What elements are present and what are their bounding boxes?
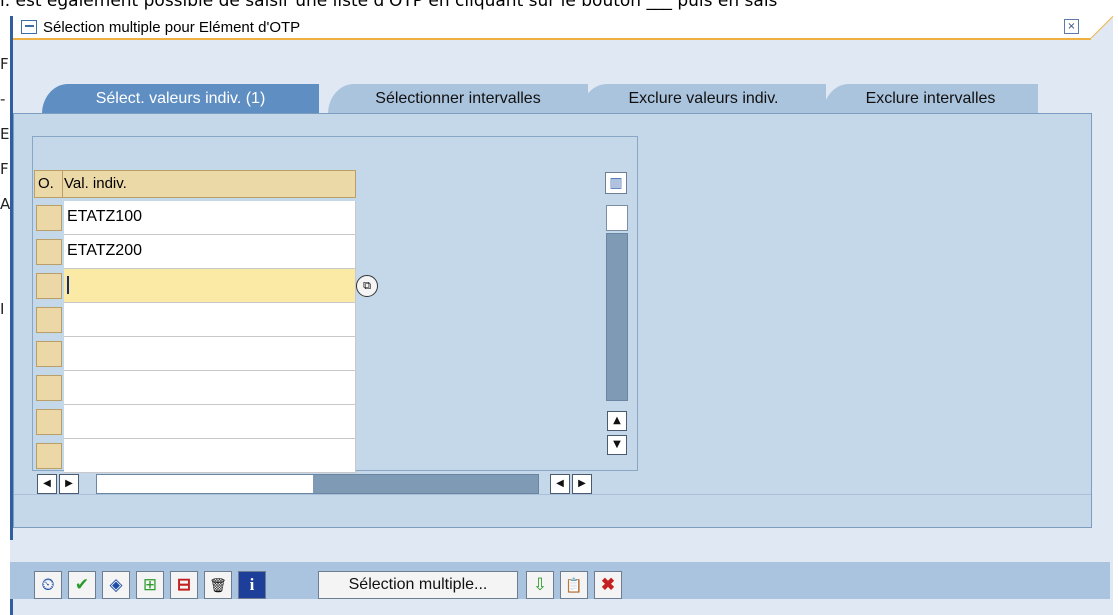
- table-row: ⧉: [34, 269, 378, 303]
- background-letter: A: [0, 195, 11, 213]
- dialog-titlebar[interactable]: Sélection multiple pour Elément d'OTP ×: [13, 16, 1091, 40]
- tab-strip: Sélect. valeurs indiv. (1) Sélectionner …: [22, 84, 1092, 114]
- table-row: [34, 405, 356, 439]
- info-icon[interactable]: i: [238, 571, 266, 599]
- check-icon[interactable]: ✔: [68, 571, 96, 599]
- row-selector[interactable]: [36, 375, 62, 401]
- dialog-title: Sélection multiple pour Elément d'OTP: [43, 18, 301, 36]
- execute-icon[interactable]: ⏲: [34, 571, 62, 599]
- vertical-scrollbar[interactable]: ▲ ▼: [604, 203, 630, 461]
- variant-icon[interactable]: ◈: [102, 571, 130, 599]
- row-selector[interactable]: [36, 273, 62, 299]
- cancel-icon[interactable]: ✖: [594, 571, 622, 599]
- header-sel-column[interactable]: O.: [38, 171, 63, 197]
- scroll-right-icon[interactable]: ▶: [59, 474, 79, 494]
- scroll-left-icon[interactable]: ◀: [550, 474, 570, 494]
- scroll-track[interactable]: [606, 233, 628, 401]
- row-selector[interactable]: [36, 205, 62, 231]
- insert-row-icon[interactable]: ⊞: [136, 571, 164, 599]
- value-cell[interactable]: [64, 303, 356, 337]
- horizontal-scrollbar[interactable]: ◀ ▶ ◀ ▶: [34, 473, 634, 495]
- background-letter: I: [0, 300, 5, 318]
- tab-single-values[interactable]: Sélect. valeurs indiv. (1): [42, 84, 319, 114]
- hscroll-track[interactable]: [96, 474, 539, 494]
- window-icon: [21, 20, 37, 34]
- value-cell[interactable]: ETATZ200: [64, 235, 356, 269]
- delete-row-icon[interactable]: ⊟: [170, 571, 198, 599]
- table-row: [34, 337, 356, 371]
- scroll-right-icon[interactable]: ▶: [572, 474, 592, 494]
- table-row: [34, 439, 356, 473]
- row-selector[interactable]: [36, 341, 62, 367]
- row-selector[interactable]: [36, 443, 62, 469]
- close-icon[interactable]: ×: [1064, 19, 1079, 34]
- value-cell[interactable]: ETATZ100: [64, 201, 356, 235]
- value-help-icon[interactable]: ⧉: [356, 275, 378, 297]
- value-cell[interactable]: [64, 439, 356, 473]
- table-row: ETATZ200: [34, 235, 356, 269]
- value-cell[interactable]: [64, 337, 356, 371]
- background-letter: E: [0, 125, 10, 143]
- table-row: ETATZ100: [34, 201, 356, 235]
- multiple-selection-button[interactable]: Sélection multiple...: [318, 571, 518, 599]
- table-row: [34, 303, 356, 337]
- value-cell[interactable]: [64, 405, 356, 439]
- table-header: O. Val. indiv.: [34, 170, 356, 198]
- titlebar-decoration: [1091, 16, 1113, 38]
- trash-icon[interactable]: 🗑: [204, 571, 232, 599]
- row-selector[interactable]: [36, 409, 62, 435]
- table-row: [34, 371, 356, 405]
- column-config-icon[interactable]: ▥: [605, 172, 627, 194]
- background-letter: F: [0, 55, 9, 73]
- header-value-column[interactable]: Val. indiv.: [64, 171, 127, 197]
- scroll-left-icon[interactable]: ◀: [37, 474, 57, 494]
- dialog-footer: ⏲ ✔ ◈ ⊞ ⊟ 🗑 i Sélection multiple... ⇩ 📋 …: [10, 540, 1110, 599]
- background-letter: -: [0, 90, 6, 108]
- hscroll-thumb[interactable]: [313, 475, 538, 493]
- tab-exclude-values[interactable]: Exclure valeurs indiv.: [581, 84, 826, 114]
- scroll-down-icon[interactable]: ▼: [607, 435, 627, 455]
- value-cell-active[interactable]: [64, 269, 356, 303]
- background-letter: F: [0, 160, 9, 178]
- values-table: O. Val. indiv. ▥ ETATZ100 ETATZ200 ⧉ ▲ ▼…: [32, 136, 638, 494]
- text-cursor: [67, 275, 69, 294]
- clipboard-icon[interactable]: 📋: [560, 571, 588, 599]
- scroll-thumb[interactable]: [606, 205, 628, 231]
- tab-exclude-ranges[interactable]: Exclure intervalles: [823, 84, 1038, 114]
- import-icon[interactable]: ⇩: [526, 571, 554, 599]
- tab-ranges[interactable]: Sélectionner intervalles: [328, 84, 588, 114]
- background-document-text: l. est également possible de saisir une …: [0, 0, 778, 11]
- scroll-up-icon[interactable]: ▲: [607, 411, 627, 431]
- row-selector[interactable]: [36, 239, 62, 265]
- value-cell[interactable]: [64, 371, 356, 405]
- row-selector[interactable]: [36, 307, 62, 333]
